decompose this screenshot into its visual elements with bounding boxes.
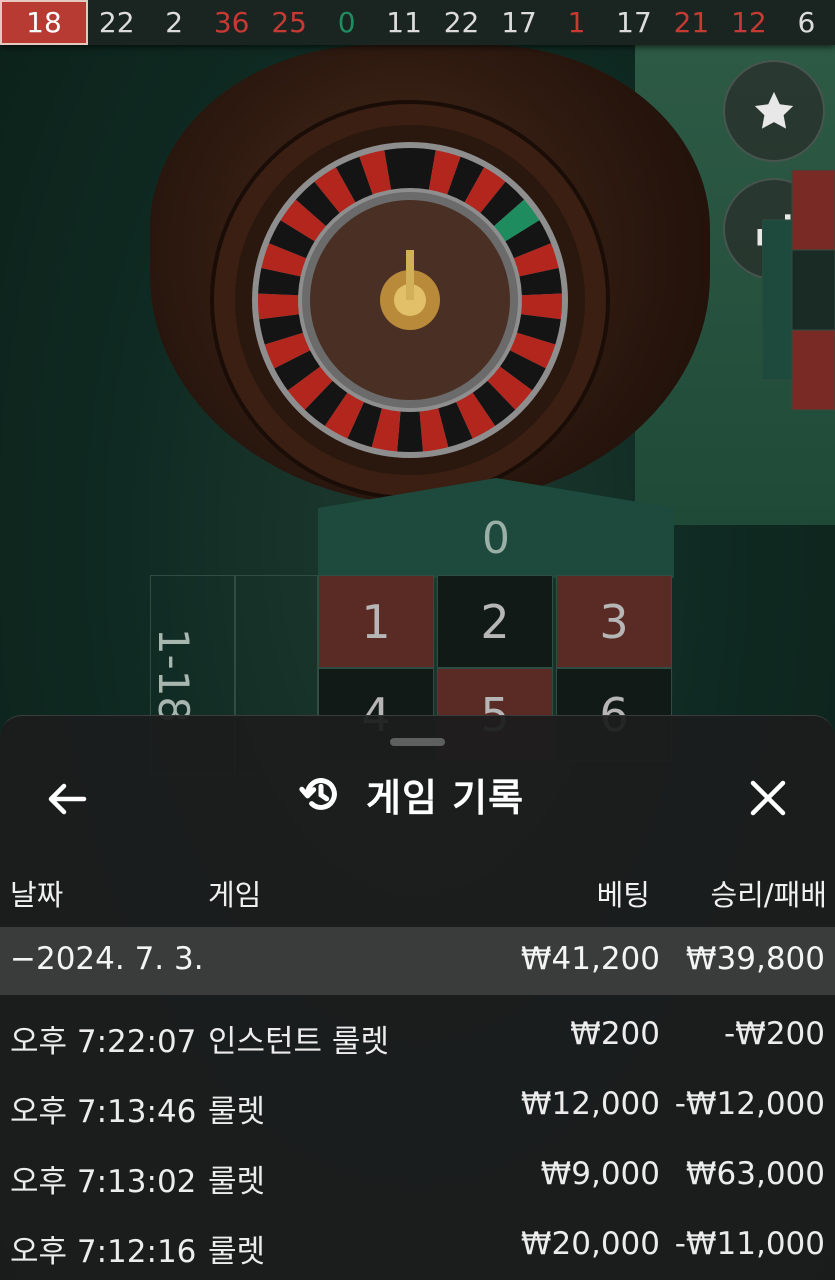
sheet-drag-handle[interactable] [390,738,445,746]
history-row[interactable]: 오후 7:13:46 룰렛 ₩12,000 -₩12,000 [0,1078,835,1138]
row-bet: ₩200 [570,1016,660,1052]
row-bet: ₩20,000 [520,1226,660,1262]
row-bet: ₩12,000 [520,1086,660,1122]
result-number: 0 [337,6,356,39]
row-time: 오후 7:12:16 [10,1234,197,1270]
row-time: 오후 7:13:46 [10,1094,197,1130]
result-number: 12 [731,6,767,39]
game-history-sheet: 게임 기록 날짜 게임 베팅 승리/패배 −2024. 7. 3. ₩41,20… [0,715,835,1280]
result-number: 21 [673,6,710,39]
roulette-wheel [210,100,610,500]
history-row[interactable]: 오후 7:12:16 룰렛 ₩20,000 -₩11,000 [0,1218,835,1278]
history-icon [299,778,337,810]
result-number: 22 [98,6,135,39]
result-number: 11 [386,6,422,39]
row-game: 룰렛 [208,1234,266,1270]
close-icon [750,780,786,816]
row-result: -₩12,000 [674,1086,825,1122]
result-number: 6 [797,6,816,39]
row-game: 인스턴트 룰렛 [208,1024,389,1060]
day-group-row[interactable]: −2024. 7. 3. ₩41,200 ₩39,800 [0,927,835,995]
row-result: ₩63,000 [685,1156,825,1192]
result-number: 18 [0,0,88,45]
bet-spot-1-18-label: 1-18 [149,627,199,724]
wheel-pocket [397,411,423,453]
history-table-header: 날짜 게임 베팅 승리/패배 [0,864,835,914]
arrow-left-icon [48,783,87,815]
history-row[interactable]: 오후 7:13:02 룰렛 ₩9,000 ₩63,000 [0,1148,835,1208]
row-game: 룰렛 [208,1094,266,1130]
column-date: 날짜 [10,878,64,912]
column-result: 승리/패배 [710,878,828,912]
day-date: −2024. 7. 3. [10,941,204,977]
result-number: 17 [616,6,652,39]
day-total-result: ₩39,800 [685,941,825,977]
row-result: -₩11,000 [674,1226,825,1262]
row-time: 오후 7:22:07 [10,1024,197,1060]
star-icon [754,91,794,129]
row-bet: ₩9,000 [540,1156,660,1192]
result-number: 22 [443,6,480,39]
bet-spot-number[interactable]: 1 [318,575,434,668]
bet-spot-number[interactable]: 3 [556,575,672,668]
row-game: 룰렛 [208,1164,266,1200]
column-bet: 베팅 [596,878,650,912]
result-number: 17 [501,6,537,39]
page-title: 게임 기록 [366,775,525,820]
result-number: 2 [165,6,184,39]
back-button[interactable] [42,774,92,824]
result-number: 25 [271,6,307,39]
result-number: 1 [567,6,586,39]
sheet-title-group: 게임 기록 [298,766,524,822]
day-total-bet: ₩41,200 [520,941,660,977]
row-result: -₩200 [723,1016,825,1052]
mini-betting-grid [761,130,835,430]
result-number: 36 [213,6,250,39]
history-row[interactable]: 오후 7:22:07 인스턴트 룰렛 ₩200 -₩200 [0,1008,835,1068]
close-button[interactable] [742,772,794,824]
bet-spot-number[interactable]: 2 [437,575,553,668]
column-game: 게임 [208,878,262,912]
row-time: 오후 7:13:02 [10,1164,197,1200]
recent-results-bar: 18 22 2 36 25 0 11 22 17 1 17 21 12 6 [0,0,835,45]
